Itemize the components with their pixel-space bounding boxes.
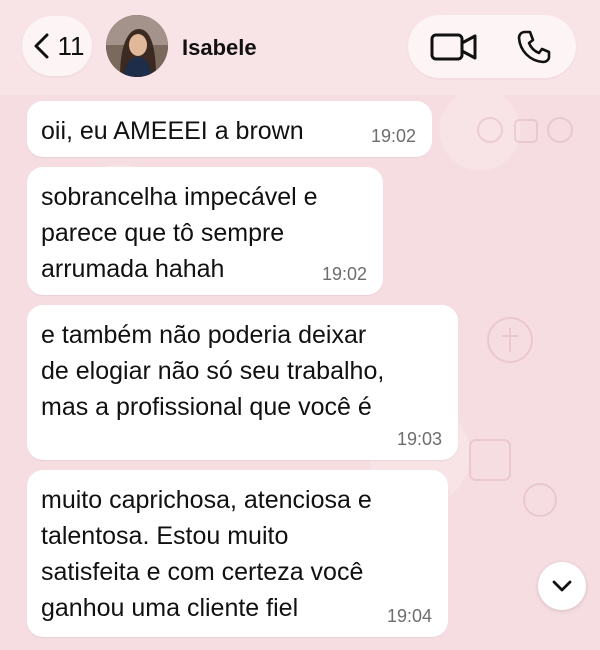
message-bubble[interactable]: e também não poderia deixar de elogiar n… [27, 305, 458, 460]
chat-header: 11 Isabele [0, 0, 600, 95]
message-time: 19:02 [370, 126, 416, 146]
message-text: oii, eu AMEEEI a brown [41, 117, 304, 145]
contact-name[interactable]: Isabele [182, 35, 257, 61]
wallpaper-doodle-icon [469, 439, 557, 517]
back-button[interactable]: 11 [22, 16, 92, 76]
video-camera-icon[interactable] [430, 30, 478, 64]
message-time: 19:04 [386, 606, 432, 626]
message-bubble[interactable]: sobrancelha impecável e parece que tô se… [27, 167, 383, 295]
scroll-to-bottom-button[interactable] [538, 562, 586, 610]
unread-count: 11 [57, 30, 85, 61]
chevron-down-icon [552, 580, 572, 592]
message-bubble[interactable]: oii, eu AMEEEI a brown 19:02 [27, 101, 432, 157]
chevron-left-icon [34, 33, 48, 59]
message-bubble[interactable]: muito caprichosa, atenciosa e talentosa.… [27, 470, 448, 637]
call-actions [408, 15, 576, 78]
message-time: 19:03 [396, 429, 442, 449]
message-text: muito caprichosa, atenciosa e talentosa.… [41, 486, 372, 622]
phone-icon[interactable] [516, 29, 552, 65]
message-text: e também não poderia deixar de elogiar n… [41, 321, 385, 421]
message-text: sobrancelha impecável e parece que tô se… [41, 183, 318, 283]
wallpaper-doodle-icon [487, 317, 533, 363]
avatar-photo [106, 15, 168, 77]
wallpaper-doodle-icon [477, 117, 573, 143]
contact-avatar[interactable] [106, 15, 168, 77]
message-time: 19:02 [321, 264, 367, 284]
